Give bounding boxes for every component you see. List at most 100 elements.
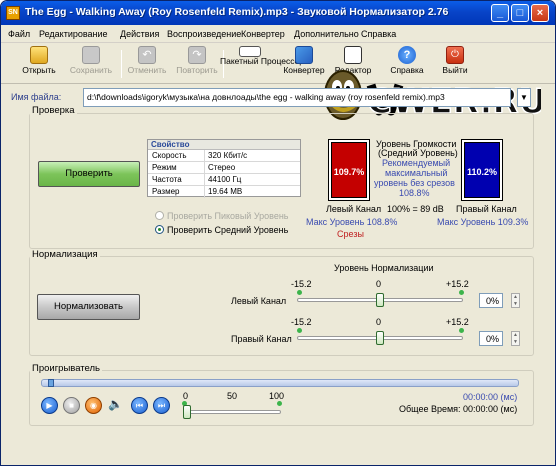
right-slider-max: +15.2 — [446, 317, 469, 327]
properties-table: Свойство Скорость 320 Кбит/с Режим Стерео … — [147, 139, 301, 198]
undo-icon: ↶ — [138, 46, 156, 64]
volume-min: 0 — [183, 391, 189, 401]
left-norm-slider-thumb[interactable] — [376, 293, 384, 307]
normalize-button[interactable]: Нормализовать — [37, 294, 140, 320]
left-meter-value: 109.7% — [333, 167, 365, 177]
seek-thumb[interactable] — [48, 379, 54, 387]
left-channel-label: Левый Канал — [326, 204, 382, 214]
redo-icon: ↷ — [188, 46, 206, 64]
menu-file[interactable]: Файл — [8, 29, 30, 39]
convert-icon — [295, 46, 313, 64]
player-group-label: Проигрыватель — [30, 363, 102, 374]
right-max-level: Макс Уровень 109.3% — [437, 217, 529, 227]
menu-playback[interactable]: Воспроизведение — [167, 29, 241, 39]
close-button[interactable]: × — [531, 4, 549, 22]
menu-extra[interactable]: Дополнительно — [294, 29, 359, 39]
help-icon: ? — [398, 46, 416, 64]
next-button[interactable]: ⏭ — [153, 397, 170, 414]
main-window: SN The Egg - Walking Away (Roy Rosenfeld… — [0, 0, 556, 466]
recommended-line-3: уровень без срезов — [374, 178, 455, 188]
normalization-group-label: Нормализация — [30, 249, 100, 260]
save-button[interactable]: Сохранить — [61, 46, 121, 82]
right-norm-value-field[interactable]: 0% — [479, 331, 503, 346]
left-channel-norm-label: Левый Канал — [231, 296, 287, 306]
file-dropdown-button[interactable]: ▼ — [517, 88, 531, 107]
right-slider-max-dot — [459, 328, 464, 333]
play-button[interactable]: ▶ — [41, 397, 58, 414]
volume-mid: 50 — [227, 391, 238, 401]
check-button[interactable]: Проверить — [38, 161, 140, 187]
stop-icon: ■ — [69, 401, 74, 410]
record-icon: ◉ — [90, 401, 97, 410]
exit-icon: ⏻ — [446, 46, 464, 64]
left-slider-mid: 0 — [376, 279, 382, 289]
volume-slider-thumb[interactable] — [183, 405, 191, 419]
left-max-level: Макс Уровень 108.8% — [306, 217, 398, 227]
right-channel-norm-label: Правый Канал — [231, 334, 292, 344]
seek-bar[interactable] — [41, 379, 519, 387]
right-norm-slider-thumb[interactable] — [376, 331, 384, 345]
normalization-level-title: Уровень Нормализации — [334, 263, 434, 273]
volume-slider-track[interactable] — [183, 410, 281, 414]
table-row: Размер 19.64 MB — [148, 186, 300, 198]
skip-back-icon: ⏮ — [135, 401, 144, 410]
previous-button[interactable]: ⏮ — [131, 397, 148, 414]
total-time: 00:00:00 (мс) — [463, 404, 518, 414]
folder-icon — [30, 46, 48, 64]
right-slider-min-dot — [297, 328, 302, 333]
reference-level: 100% = 89 dB — [387, 204, 444, 214]
table-row: Режим Стерео — [148, 162, 300, 174]
table-row: Частота 44100 Гц — [148, 174, 300, 186]
left-slider-min-dot — [297, 290, 302, 295]
menu-converter[interactable]: Конвертер — [241, 29, 285, 39]
right-channel-meter: 110.2% — [461, 139, 503, 201]
right-norm-spinner[interactable]: ▲ ▼ — [511, 331, 520, 346]
recommended-line-1: Рекомендуемый — [382, 158, 451, 168]
menu-help[interactable]: Справка — [361, 29, 396, 39]
file-row: Имя файла: d:\f\downloads\igoryk\музыка\… — [1, 87, 555, 109]
recommended-value: 108.8% — [399, 188, 430, 198]
menu-actions[interactable]: Действия — [120, 29, 159, 39]
redo-button[interactable]: ↷ Повторить — [167, 46, 227, 82]
open-button[interactable]: Открыть — [9, 46, 69, 82]
left-slider-max: +15.2 — [446, 279, 469, 289]
properties-header: Свойство — [148, 140, 300, 150]
right-channel-label: Правый Канал — [456, 204, 517, 214]
menu-edit[interactable]: Редактирование — [39, 29, 108, 39]
file-name-label: Имя файла: — [11, 92, 62, 102]
left-channel-meter: 109.7% — [328, 139, 370, 201]
editor-icon — [344, 46, 362, 64]
speaker-icon: 🔈 — [108, 397, 123, 411]
skip-forward-icon: ⏭ — [157, 401, 166, 410]
batch-processor-button[interactable]: Пакетный Процессор — [220, 46, 304, 82]
app-icon[interactable]: SN — [6, 6, 20, 20]
radio-average-level[interactable]: Проверить Средний Уровень — [155, 225, 288, 235]
record-button[interactable]: ◉ — [85, 397, 102, 414]
stop-button[interactable]: ■ — [63, 397, 80, 414]
position-time: 00:00:00 (мс) — [463, 392, 518, 402]
file-name-field[interactable]: d:\f\downloads\igoryk\музыка\на довнлоад… — [83, 88, 511, 107]
right-slider-min: -15.2 — [291, 317, 312, 327]
left-norm-value-field[interactable]: 0% — [479, 293, 503, 308]
left-norm-spinner[interactable]: ▲ ▼ — [511, 293, 520, 308]
floppy-icon — [82, 46, 100, 64]
clips-label: Срезы — [337, 229, 364, 239]
right-slider-mid: 0 — [376, 317, 382, 327]
loudness-subtitle: (Средний Уровень) — [378, 148, 458, 158]
maximize-button[interactable]: □ — [511, 4, 529, 22]
volume-button[interactable]: 🔈 — [107, 397, 124, 414]
table-row: Скорость 320 Кбит/с — [148, 150, 300, 162]
total-time-label: Общее Время: — [399, 404, 461, 414]
right-meter-value: 110.2% — [466, 167, 498, 177]
title-bar[interactable]: SN The Egg - Walking Away (Roy Rosenfeld… — [1, 1, 555, 25]
volume-max-dot — [277, 401, 282, 406]
window-title: The Egg - Walking Away (Roy Rosenfeld Re… — [25, 6, 449, 18]
menu-bar: Файл Редактирование Действия Воспроизвед… — [1, 25, 555, 43]
recommended-line-2: максимальный — [385, 168, 448, 178]
check-group-label: Проверка — [30, 105, 77, 116]
play-icon: ▶ — [46, 401, 53, 410]
left-slider-min: -15.2 — [291, 279, 312, 289]
radio-peak-level[interactable]: Проверить Пиковый Уровень — [155, 211, 289, 221]
minimize-button[interactable]: _ — [491, 4, 509, 22]
left-slider-max-dot — [459, 290, 464, 295]
